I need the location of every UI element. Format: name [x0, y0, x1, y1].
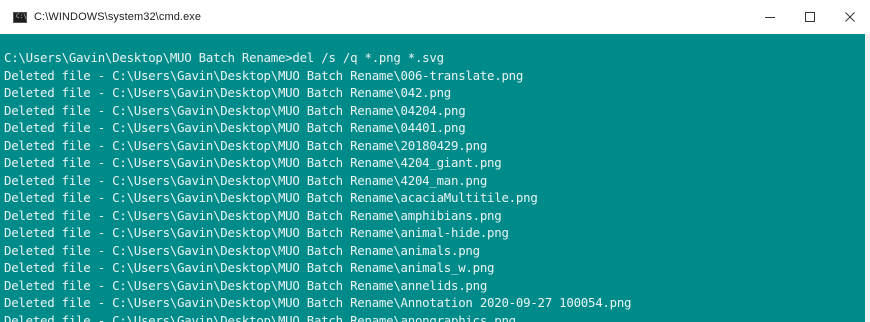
console-line: Deleted file - C:\Users\Gavin\Desktop\MU… — [4, 102, 466, 118]
console-line: Deleted file - C:\Users\Gavin\Desktop\MU… — [4, 312, 516, 322]
vertical-scrollbar[interactable] — [865, 34, 870, 322]
cmd-window: C:\ C:\WINDOWS\system32\cmd.exe C:\Users… — [0, 0, 870, 322]
console-line: Deleted file - C:\Users\Gavin\Desktop\MU… — [4, 242, 480, 258]
close-button[interactable] — [830, 0, 870, 34]
console-line: Deleted file - C:\Users\Gavin\Desktop\MU… — [4, 172, 488, 188]
window-controls — [750, 0, 870, 34]
minimize-icon — [765, 17, 775, 18]
console-line: Deleted file - C:\Users\Gavin\Desktop\MU… — [4, 67, 524, 83]
minimize-button[interactable] — [750, 0, 790, 34]
console-line: C:\Users\Gavin\Desktop\MUO Batch Rename>… — [4, 50, 444, 65]
console-line: Deleted file - C:\Users\Gavin\Desktop\MU… — [4, 225, 509, 240]
console-line: Deleted file - C:\Users\Gavin\Desktop\MU… — [4, 85, 452, 100]
close-icon — [845, 12, 855, 22]
console-line: Deleted file - C:\Users\Gavin\Desktop\MU… — [4, 155, 502, 170]
console-line: Deleted file - C:\Users\Gavin\Desktop\MU… — [4, 190, 538, 205]
console-line: Deleted file - C:\Users\Gavin\Desktop\MU… — [4, 207, 502, 223]
console-line: Deleted file - C:\Users\Gavin\Desktop\MU… — [4, 295, 632, 310]
cmd-icon[interactable]: C:\ — [13, 11, 27, 23]
console-line: Deleted file - C:\Users\Gavin\Desktop\MU… — [4, 260, 495, 275]
maximize-button[interactable] — [790, 0, 830, 34]
console-line: Deleted file - C:\Users\Gavin\Desktop\MU… — [4, 137, 488, 153]
console-output[interactable]: C:\Users\Gavin\Desktop\MUO Batch Rename>… — [0, 34, 865, 322]
console-line: Deleted file - C:\Users\Gavin\Desktop\MU… — [4, 277, 488, 293]
title-bar[interactable]: C:\ C:\WINDOWS\system32\cmd.exe — [0, 0, 870, 34]
console-lines: C:\Users\Gavin\Desktop\MUO Batch Rename>… — [4, 49, 632, 322]
cmd-icon-glyph: C:\ — [16, 13, 27, 20]
console-line: Deleted file - C:\Users\Gavin\Desktop\MU… — [4, 120, 466, 135]
window-title: C:\WINDOWS\system32\cmd.exe — [34, 11, 202, 23]
maximize-icon — [805, 12, 815, 22]
